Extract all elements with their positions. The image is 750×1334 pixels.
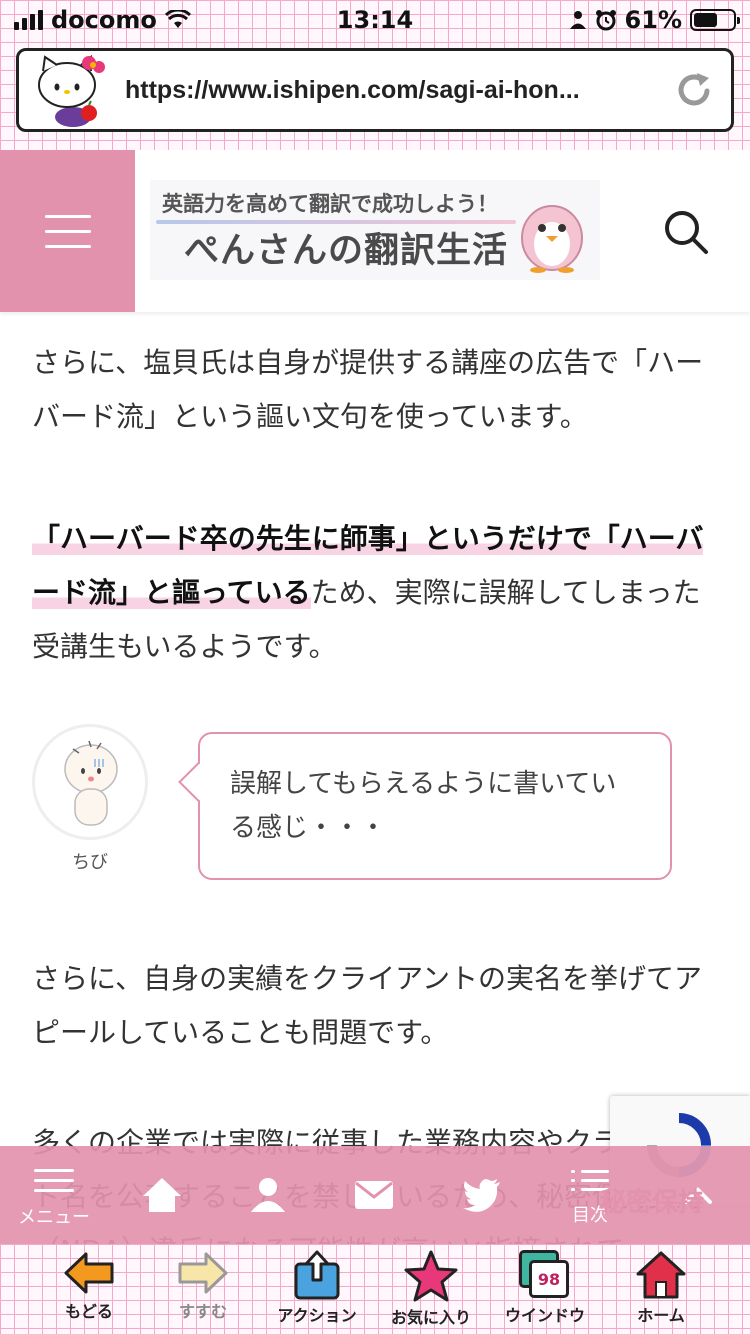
house-icon [636,1251,686,1299]
back-button[interactable]: もどる [32,1250,146,1334]
url-text[interactable]: https://www.ishipen.com/sagi-ai-hon... [125,76,655,105]
logo-title: ぺんさんの翻訳生活 [184,231,509,271]
hamburger-menu-button[interactable] [0,150,135,312]
speech-balloon: ちび 誤解してもらえるように書いている感じ・・・ [32,722,722,882]
footer-twitter-button[interactable] [432,1146,532,1244]
footer-user-button[interactable] [218,1146,318,1244]
paragraph: さらに、自身の実績をクライアントの実名を挙げてアピールしていることも問題です。 [32,962,703,1049]
menu-icon [34,1162,74,1199]
user-icon [251,1178,285,1212]
battery-icon [690,9,740,31]
arrow-left-icon [64,1252,114,1294]
star-icon [404,1250,458,1302]
battery-percent: 61% [624,6,682,34]
home-toolbar-button[interactable]: ホーム [604,1250,718,1334]
footer-menu-label: メニュー [18,1206,90,1228]
reload-icon[interactable] [677,71,713,109]
logo-tagline: 英語力を高めて翻訳で成功しよう！ [162,192,498,216]
forward-button[interactable]: すすむ [146,1250,260,1334]
speech-bubble: 誤解してもらえるように書いている感じ・・・ [198,732,672,880]
status-right: 61% [569,6,740,34]
share-icon [294,1250,340,1300]
browser-url-area: https://www.ishipen.com/sagi-ai-hon... [0,42,750,150]
site-logo[interactable]: 英語力を高めて翻訳で成功しよう！ ぺんさんの翻訳生活 [150,180,600,280]
paragraph-highlight: 「ハーバード卒の先生に師事」というだけで「ハーバード流」と謳っているため、実際に… [32,512,722,674]
alarm-icon [595,10,616,31]
twitter-icon [463,1179,500,1212]
forward-label: すすむ [178,1302,227,1321]
home-icon [143,1178,181,1212]
action-button[interactable]: アクション [260,1250,374,1334]
secret-label: 秘密保持 [600,1188,705,1218]
paragraph: さらに、塩貝氏は自身が提供する講座の広告で「ハーバード流」という謳い文句を使って… [32,346,704,433]
favorites-button[interactable]: お気に入り [374,1250,488,1334]
action-label: アクション [277,1306,357,1325]
penguin-mascot-icon [521,205,583,273]
avatar [32,724,148,840]
arrow-right-icon [178,1252,228,1294]
battery-fill [694,13,718,27]
home-label: ホーム [637,1306,685,1325]
kitty-logo-icon [29,51,113,129]
status-bar: docomo 13:14 61% [0,0,750,42]
window-count: 98 [537,1269,561,1289]
site-header: 英語力を高めて翻訳で成功しよう！ ぺんさんの翻訳生活 [0,150,750,312]
back-label: もどる [65,1302,113,1321]
avatar-name: ちび [72,852,108,873]
favorites-label: お気に入り [390,1308,471,1327]
window-button[interactable]: 98 ウインドウ [488,1250,602,1334]
url-bar[interactable]: https://www.ishipen.com/sagi-ai-hon... [16,48,734,132]
window-icon: 98 [519,1250,571,1300]
window-label: ウインドウ [504,1306,585,1325]
browser-toolbar: もどる すすむ アクション お気に入り 98 ウインドウ ホーム [0,1244,750,1334]
search-icon[interactable] [662,208,710,256]
footer-menu-button[interactable]: メニュー [4,1146,104,1244]
footer-home-button[interactable] [112,1146,212,1244]
footer-mail-button[interactable] [324,1146,424,1244]
mail-icon [355,1181,393,1209]
person-icon [569,11,586,29]
